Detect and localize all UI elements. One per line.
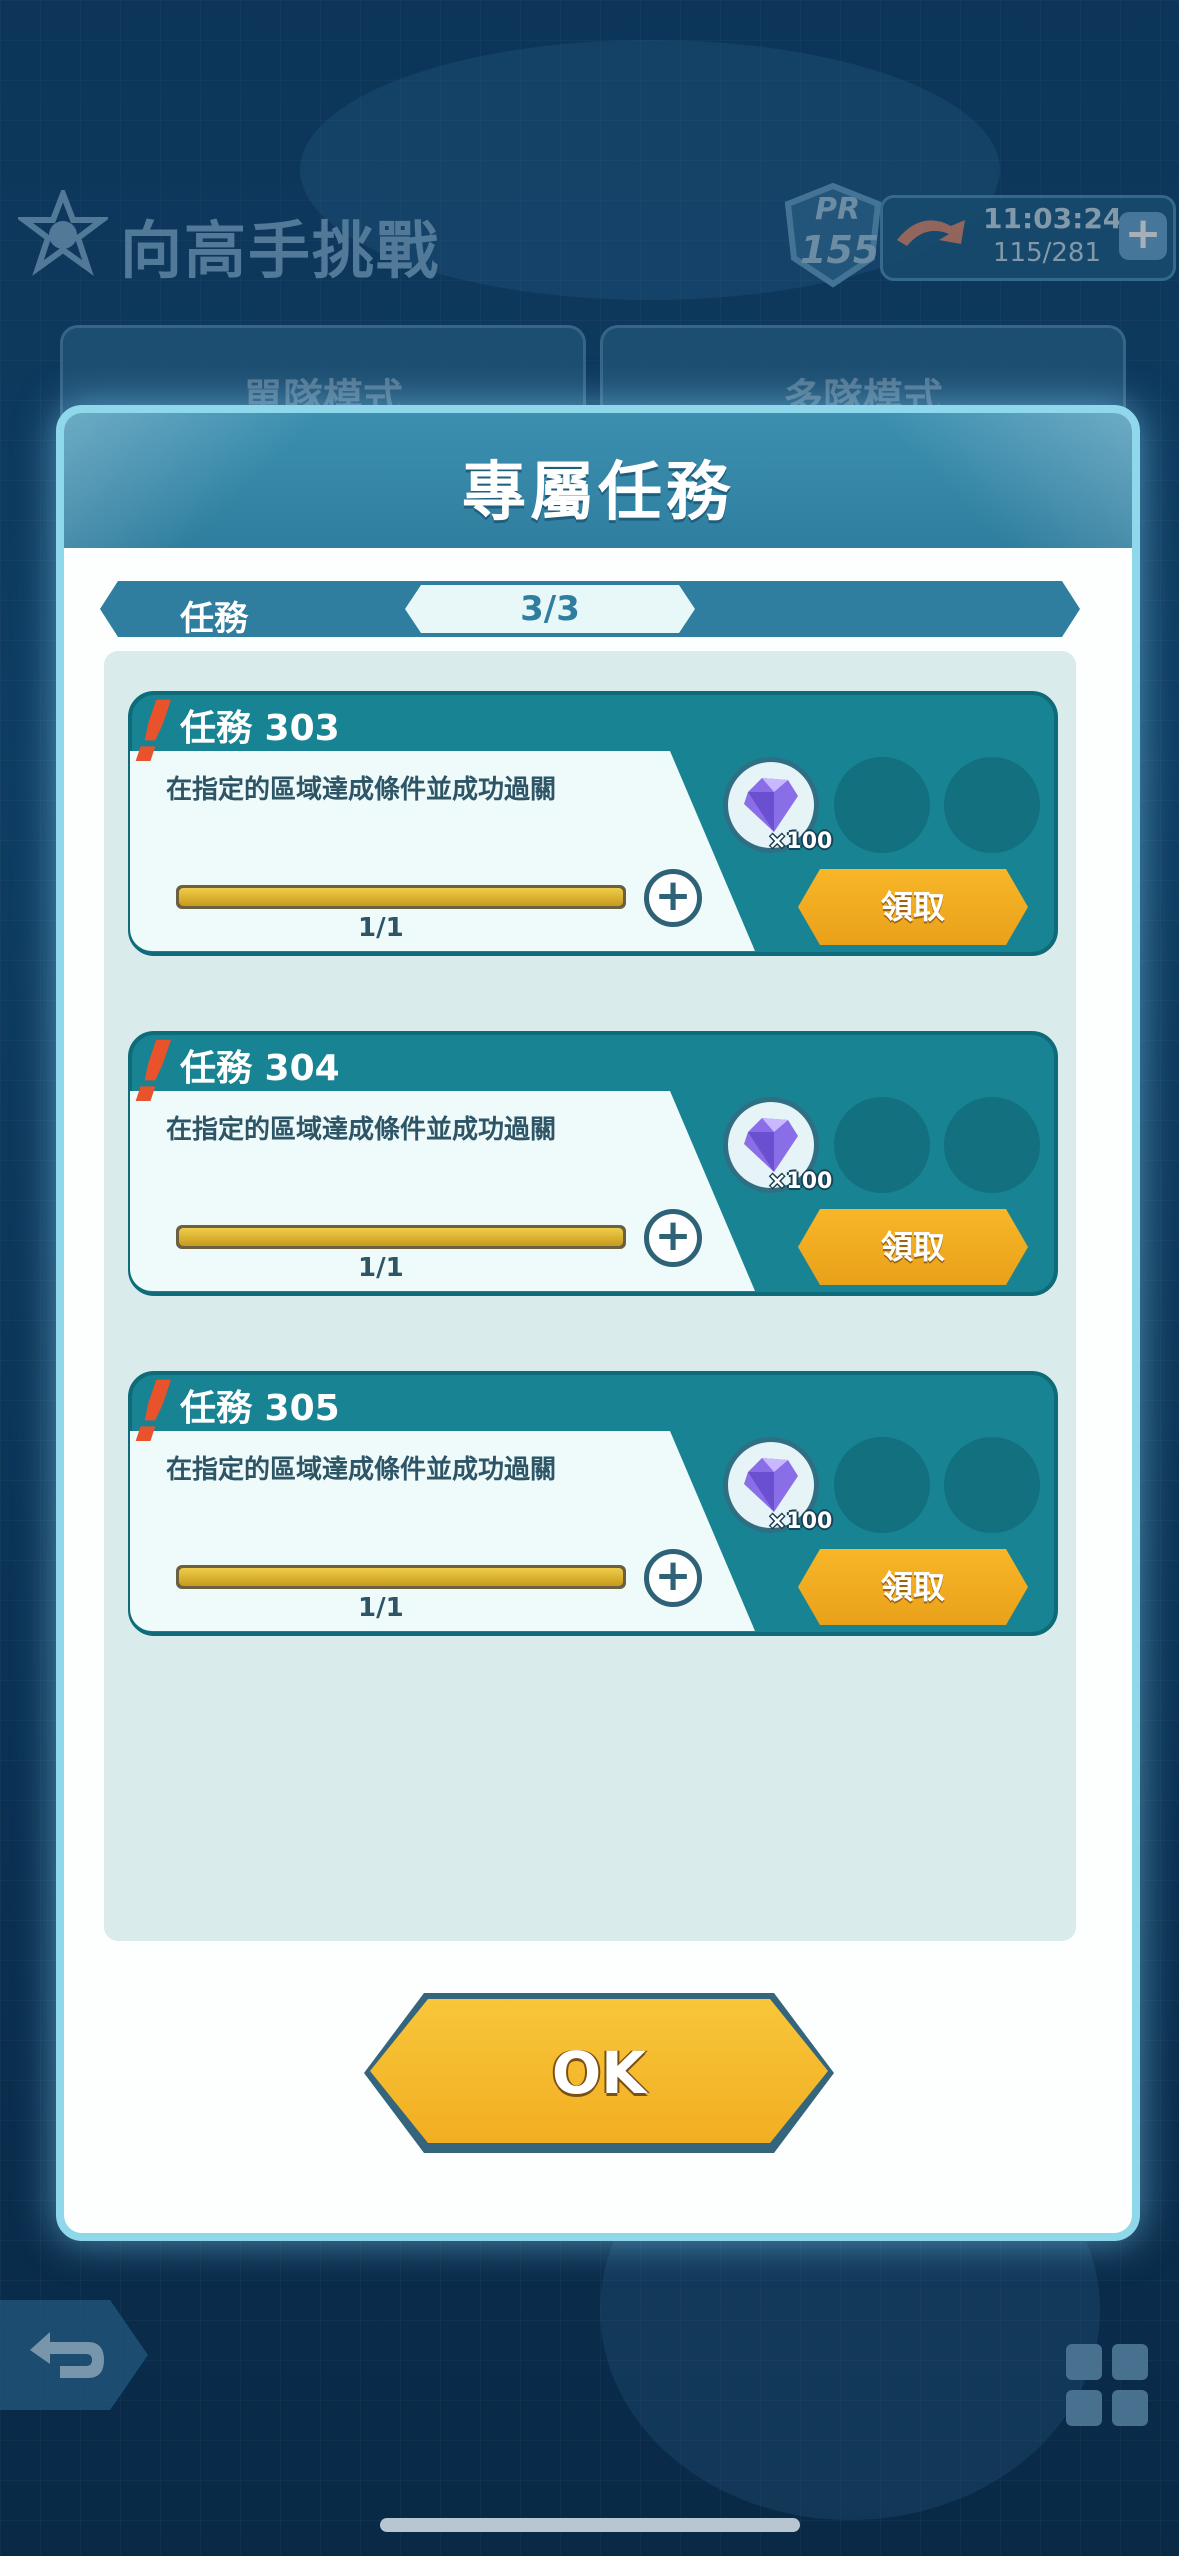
dialog-header: 專屬任務	[64, 413, 1132, 548]
mission-tab-bar: 任務 3/3	[100, 581, 1080, 639]
mission-tab-label: 任務	[180, 599, 248, 639]
ok-button[interactable]: OK	[364, 1993, 834, 2153]
mission-item: ! 任務 305 在指定的區域達成條件並成功過關 1/1 + ×100 領取	[127, 1363, 1058, 1636]
claim-button[interactable]: 領取	[798, 1549, 1028, 1625]
mission-description: 在指定的區域達成條件並成功過關	[166, 1115, 557, 1145]
plus-circle-icon[interactable]: +	[644, 1549, 702, 1607]
reward-quantity: ×100	[768, 829, 833, 854]
mission-progress-text: 1/1	[358, 1253, 404, 1283]
mission-description: 在指定的區域達成條件並成功過關	[166, 1455, 557, 1485]
mission-progress-text: 1/1	[358, 1593, 404, 1623]
claim-label: 領取	[880, 888, 945, 926]
claim-label: 領取	[880, 1568, 945, 1606]
reward-quantity: ×100	[768, 1509, 833, 1534]
mission-progress-bar	[176, 885, 626, 909]
plus-circle-icon[interactable]: +	[644, 869, 702, 927]
reward-quantity: ×100	[768, 1169, 833, 1194]
mission-progress-bar	[176, 1565, 626, 1589]
progress-fill	[179, 1568, 623, 1586]
mission-item: ! 任務 303 在指定的區域達成條件並成功過關 1/1 + ×100 領取	[127, 683, 1058, 956]
empty-reward-slot	[944, 1097, 1040, 1193]
claim-button[interactable]: 領取	[798, 869, 1028, 945]
home-indicator[interactable]	[380, 2518, 800, 2532]
progress-fill	[179, 888, 623, 906]
mission-name: 任務 303	[180, 708, 340, 749]
exclusive-missions-dialog: 專屬任務 任務 3/3 ! 任務 303 在指定的區域達成條件並成功過關 1/1…	[56, 405, 1140, 2241]
progress-fill	[179, 1228, 623, 1246]
ok-label: OK	[551, 2039, 647, 2107]
mission-name: 任務 304	[180, 1048, 340, 1089]
empty-reward-slot	[944, 1437, 1040, 1533]
dialog-title: 專屬任務	[462, 456, 734, 530]
empty-reward-slot	[944, 757, 1040, 853]
mission-description: 在指定的區域達成條件並成功過關	[166, 775, 557, 805]
mission-progress-text: 1/1	[358, 913, 404, 943]
mission-item: ! 任務 304 在指定的區域達成條件並成功過關 1/1 + ×100 領取	[127, 1023, 1058, 1296]
empty-reward-slot	[834, 1437, 930, 1533]
mission-progress-bar	[176, 1225, 626, 1249]
plus-circle-icon[interactable]: +	[644, 1209, 702, 1267]
empty-reward-slot	[834, 1097, 930, 1193]
mission-count: 3/3	[520, 589, 580, 629]
claim-button[interactable]: 領取	[798, 1209, 1028, 1285]
mission-count-pill: 3/3	[405, 585, 695, 633]
mission-name: 任務 305	[180, 1388, 340, 1429]
mission-list[interactable]: ! 任務 303 在指定的區域達成條件並成功過關 1/1 + ×100 領取 !	[104, 651, 1076, 1941]
empty-reward-slot	[834, 757, 930, 853]
claim-label: 領取	[880, 1228, 945, 1266]
